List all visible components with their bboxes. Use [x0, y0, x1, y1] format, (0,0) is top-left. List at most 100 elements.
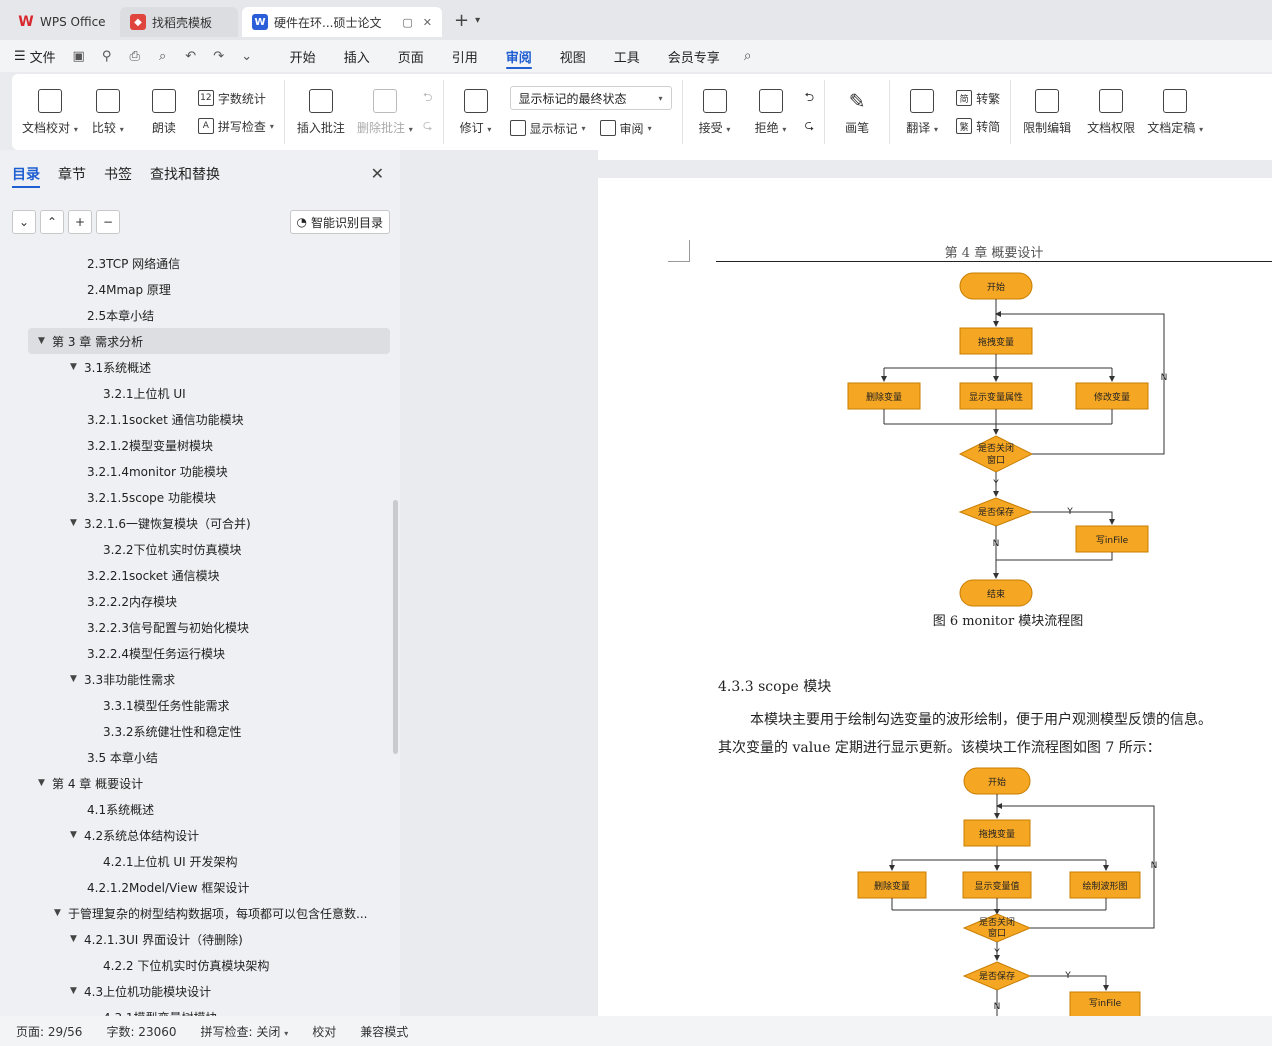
toc-scrollbar[interactable]: [393, 500, 398, 754]
word-count-button[interactable]: 12 字数统计: [197, 88, 274, 108]
expand-triangle-icon[interactable]: ▼: [38, 336, 52, 346]
more-chevron-icon[interactable]: ⌄: [238, 49, 256, 64]
menu-review[interactable]: 审阅: [492, 40, 546, 72]
toc-item[interactable]: ▼ 4.2.1.3UI 界面设计（待删除): [0, 926, 392, 952]
tab-restore-icon[interactable]: ▢: [402, 16, 412, 29]
menu-insert[interactable]: 插入: [330, 40, 384, 72]
menu-tools[interactable]: 工具: [600, 40, 654, 72]
expand-triangle-icon[interactable]: ▼: [70, 986, 84, 996]
doc-permission-button[interactable]: 文档权限: [1081, 82, 1141, 142]
toc-item[interactable]: ▼ 4.3上位机功能模块设计: [0, 978, 392, 1004]
toc-item[interactable]: ▼ 第 3 章 需求分析: [28, 328, 390, 354]
print-icon[interactable]: ⎙: [126, 49, 144, 64]
toc-item[interactable]: ▼ 4.2系统总体结构设计: [0, 822, 392, 848]
toc-item[interactable]: 3.2.1上位机 UI: [0, 380, 392, 406]
tab-template[interactable]: ◆ 找稻壳模板: [120, 7, 238, 37]
spell-check-indicator[interactable]: 拼写检查: 关闭 ▾: [201, 1023, 289, 1040]
next-change-icon[interactable]: ⮎: [805, 116, 815, 136]
toc-item[interactable]: 3.2.2下位机实时仿真模块: [0, 536, 392, 562]
panel-tab-toc[interactable]: 目录: [12, 164, 40, 188]
toc-item[interactable]: 3.3.2系统健壮性和稳定性: [0, 718, 392, 744]
collapse-all-icon[interactable]: ⌃: [40, 210, 64, 234]
close-icon[interactable]: ✕: [423, 16, 432, 29]
share-icon[interactable]: ⚲: [98, 49, 116, 64]
toc-item[interactable]: 4.3.1模型变量树模块: [0, 1004, 392, 1017]
toc-item[interactable]: 3.5 本章小结: [0, 744, 392, 770]
track-changes-button[interactable]: 修订 ▾: [450, 82, 502, 142]
toc-item[interactable]: ▼ 于管理复杂的树型结构数据项，每项都可以包含任意数...: [0, 900, 392, 926]
translate-button[interactable]: 翻译 ▾: [896, 82, 948, 142]
file-menu[interactable]: ☰ 文件: [14, 47, 56, 66]
next-comment-icon[interactable]: ⮎: [423, 116, 433, 136]
smart-toc-button[interactable]: ◔ 智能识别目录: [289, 210, 390, 234]
toc-item[interactable]: 3.3.1模型任务性能需求: [0, 692, 392, 718]
remove-heading-icon[interactable]: −: [96, 210, 120, 234]
toc-item[interactable]: 4.2.1.2Model/View 框架设计: [0, 874, 392, 900]
accept-button[interactable]: 接受 ▾: [689, 82, 741, 142]
panel-tab-find-replace[interactable]: 查找和替换: [150, 164, 220, 196]
undo-icon[interactable]: ↶: [182, 49, 200, 64]
menu-start[interactable]: 开始: [276, 40, 330, 72]
toc-item[interactable]: ▼ 3.1系统概述: [0, 354, 392, 380]
compare-button[interactable]: 比较 ▾: [82, 82, 134, 142]
reject-button[interactable]: 拒绝 ▾: [745, 82, 797, 142]
save-icon[interactable]: ▣: [70, 49, 88, 64]
expand-triangle-icon[interactable]: ▼: [70, 934, 84, 944]
menu-view[interactable]: 视图: [546, 40, 600, 72]
to-simplified-button[interactable]: 繁 转简: [956, 116, 1000, 136]
expand-triangle-icon[interactable]: ▼: [70, 830, 84, 840]
close-icon[interactable]: ✕: [371, 164, 384, 183]
expand-triangle-icon[interactable]: ▼: [54, 908, 68, 918]
markup-mode-select[interactable]: 显示标记的最终状态 ▾: [509, 86, 672, 110]
expand-triangle-icon[interactable]: ▼: [38, 778, 52, 788]
tab-document[interactable]: W 硬件在环...硕士论文 ▢ ✕: [242, 7, 442, 37]
pen-button[interactable]: ✎ 画笔: [831, 82, 883, 142]
redo-icon[interactable]: ↷: [210, 49, 228, 64]
toc-item[interactable]: 3.2.1.5scope 功能模块: [0, 484, 392, 510]
prev-comment-icon[interactable]: ⮌: [423, 88, 433, 108]
expand-triangle-icon[interactable]: ▼: [70, 362, 84, 372]
menu-member[interactable]: 会员专享: [654, 40, 734, 72]
panel-tab-bookmark[interactable]: 书签: [104, 164, 132, 196]
new-tab-icon[interactable]: +: [454, 10, 469, 31]
toc-item[interactable]: 2.5本章小结: [0, 302, 392, 328]
panel-tab-chapter[interactable]: 章节: [58, 164, 86, 196]
toc-item[interactable]: ▼ 3.2.1.6一键恢复模块（可合并): [0, 510, 392, 536]
toc-item[interactable]: ▼ 3.3非功能性需求: [0, 666, 392, 692]
toc-item[interactable]: 4.2.1上位机 UI 开发架构: [0, 848, 392, 874]
toc-item[interactable]: 3.2.1.4monitor 功能模块: [0, 458, 392, 484]
toc-item[interactable]: 4.1系统概述: [0, 796, 392, 822]
delete-comment-button[interactable]: 删除批注 ▾: [355, 82, 415, 142]
show-markup-button[interactable]: 显示标记 ▾: [509, 118, 586, 138]
search-icon[interactable]: ⌕: [744, 48, 752, 64]
toc-item[interactable]: 3.2.1.1socket 通信功能模块: [0, 406, 392, 432]
expand-triangle-icon[interactable]: ▼: [70, 518, 84, 528]
expand-all-icon[interactable]: ⌄: [12, 210, 36, 234]
document-page[interactable]: 第 4 章 概要设计 开始 拖拽变量 删除变量 显示变量属性 修改变量 是否关闭…: [598, 178, 1272, 1016]
toc-item[interactable]: 3.2.2.3信号配置与初始化模块: [0, 614, 392, 640]
to-traditional-button[interactable]: 简 转繁: [956, 88, 1000, 108]
print-preview-icon[interactable]: ⌕: [154, 49, 172, 64]
word-count-indicator[interactable]: 字数: 23060: [106, 1023, 176, 1040]
menu-page[interactable]: 页面: [384, 40, 438, 72]
tab-wps-office[interactable]: W WPS Office: [8, 7, 116, 37]
read-aloud-button[interactable]: 朗读: [138, 82, 190, 142]
doc-check-button[interactable]: 文档校对 ▾: [22, 82, 78, 142]
toc-item[interactable]: ▼ 第 4 章 概要设计: [0, 770, 392, 796]
page-indicator[interactable]: 页面: 29/56: [16, 1023, 82, 1040]
proofread-indicator[interactable]: 校对: [312, 1023, 336, 1040]
toc-item[interactable]: 2.4Mmap 原理: [0, 276, 392, 302]
insert-comment-button[interactable]: 插入批注: [291, 82, 351, 142]
menu-reference[interactable]: 引用: [438, 40, 492, 72]
restrict-edit-button[interactable]: 限制编辑: [1017, 82, 1077, 142]
toc-item[interactable]: 3.2.2.1socket 通信模块: [0, 562, 392, 588]
spell-check-button[interactable]: A 拼写检查 ▾: [197, 116, 274, 136]
toc-item[interactable]: 3.2.1.2模型变量树模块: [0, 432, 392, 458]
toc-item[interactable]: 3.2.2.4模型任务运行模块: [0, 640, 392, 666]
finalize-button[interactable]: 文档定稿 ▾: [1145, 82, 1205, 142]
toc-item[interactable]: 2.3TCP 网络通信: [0, 250, 392, 276]
expand-triangle-icon[interactable]: ▼: [70, 674, 84, 684]
chevron-down-icon[interactable]: ▾: [475, 15, 480, 26]
toc-item[interactable]: 3.2.2.2内存模块: [0, 588, 392, 614]
add-heading-icon[interactable]: +: [68, 210, 92, 234]
